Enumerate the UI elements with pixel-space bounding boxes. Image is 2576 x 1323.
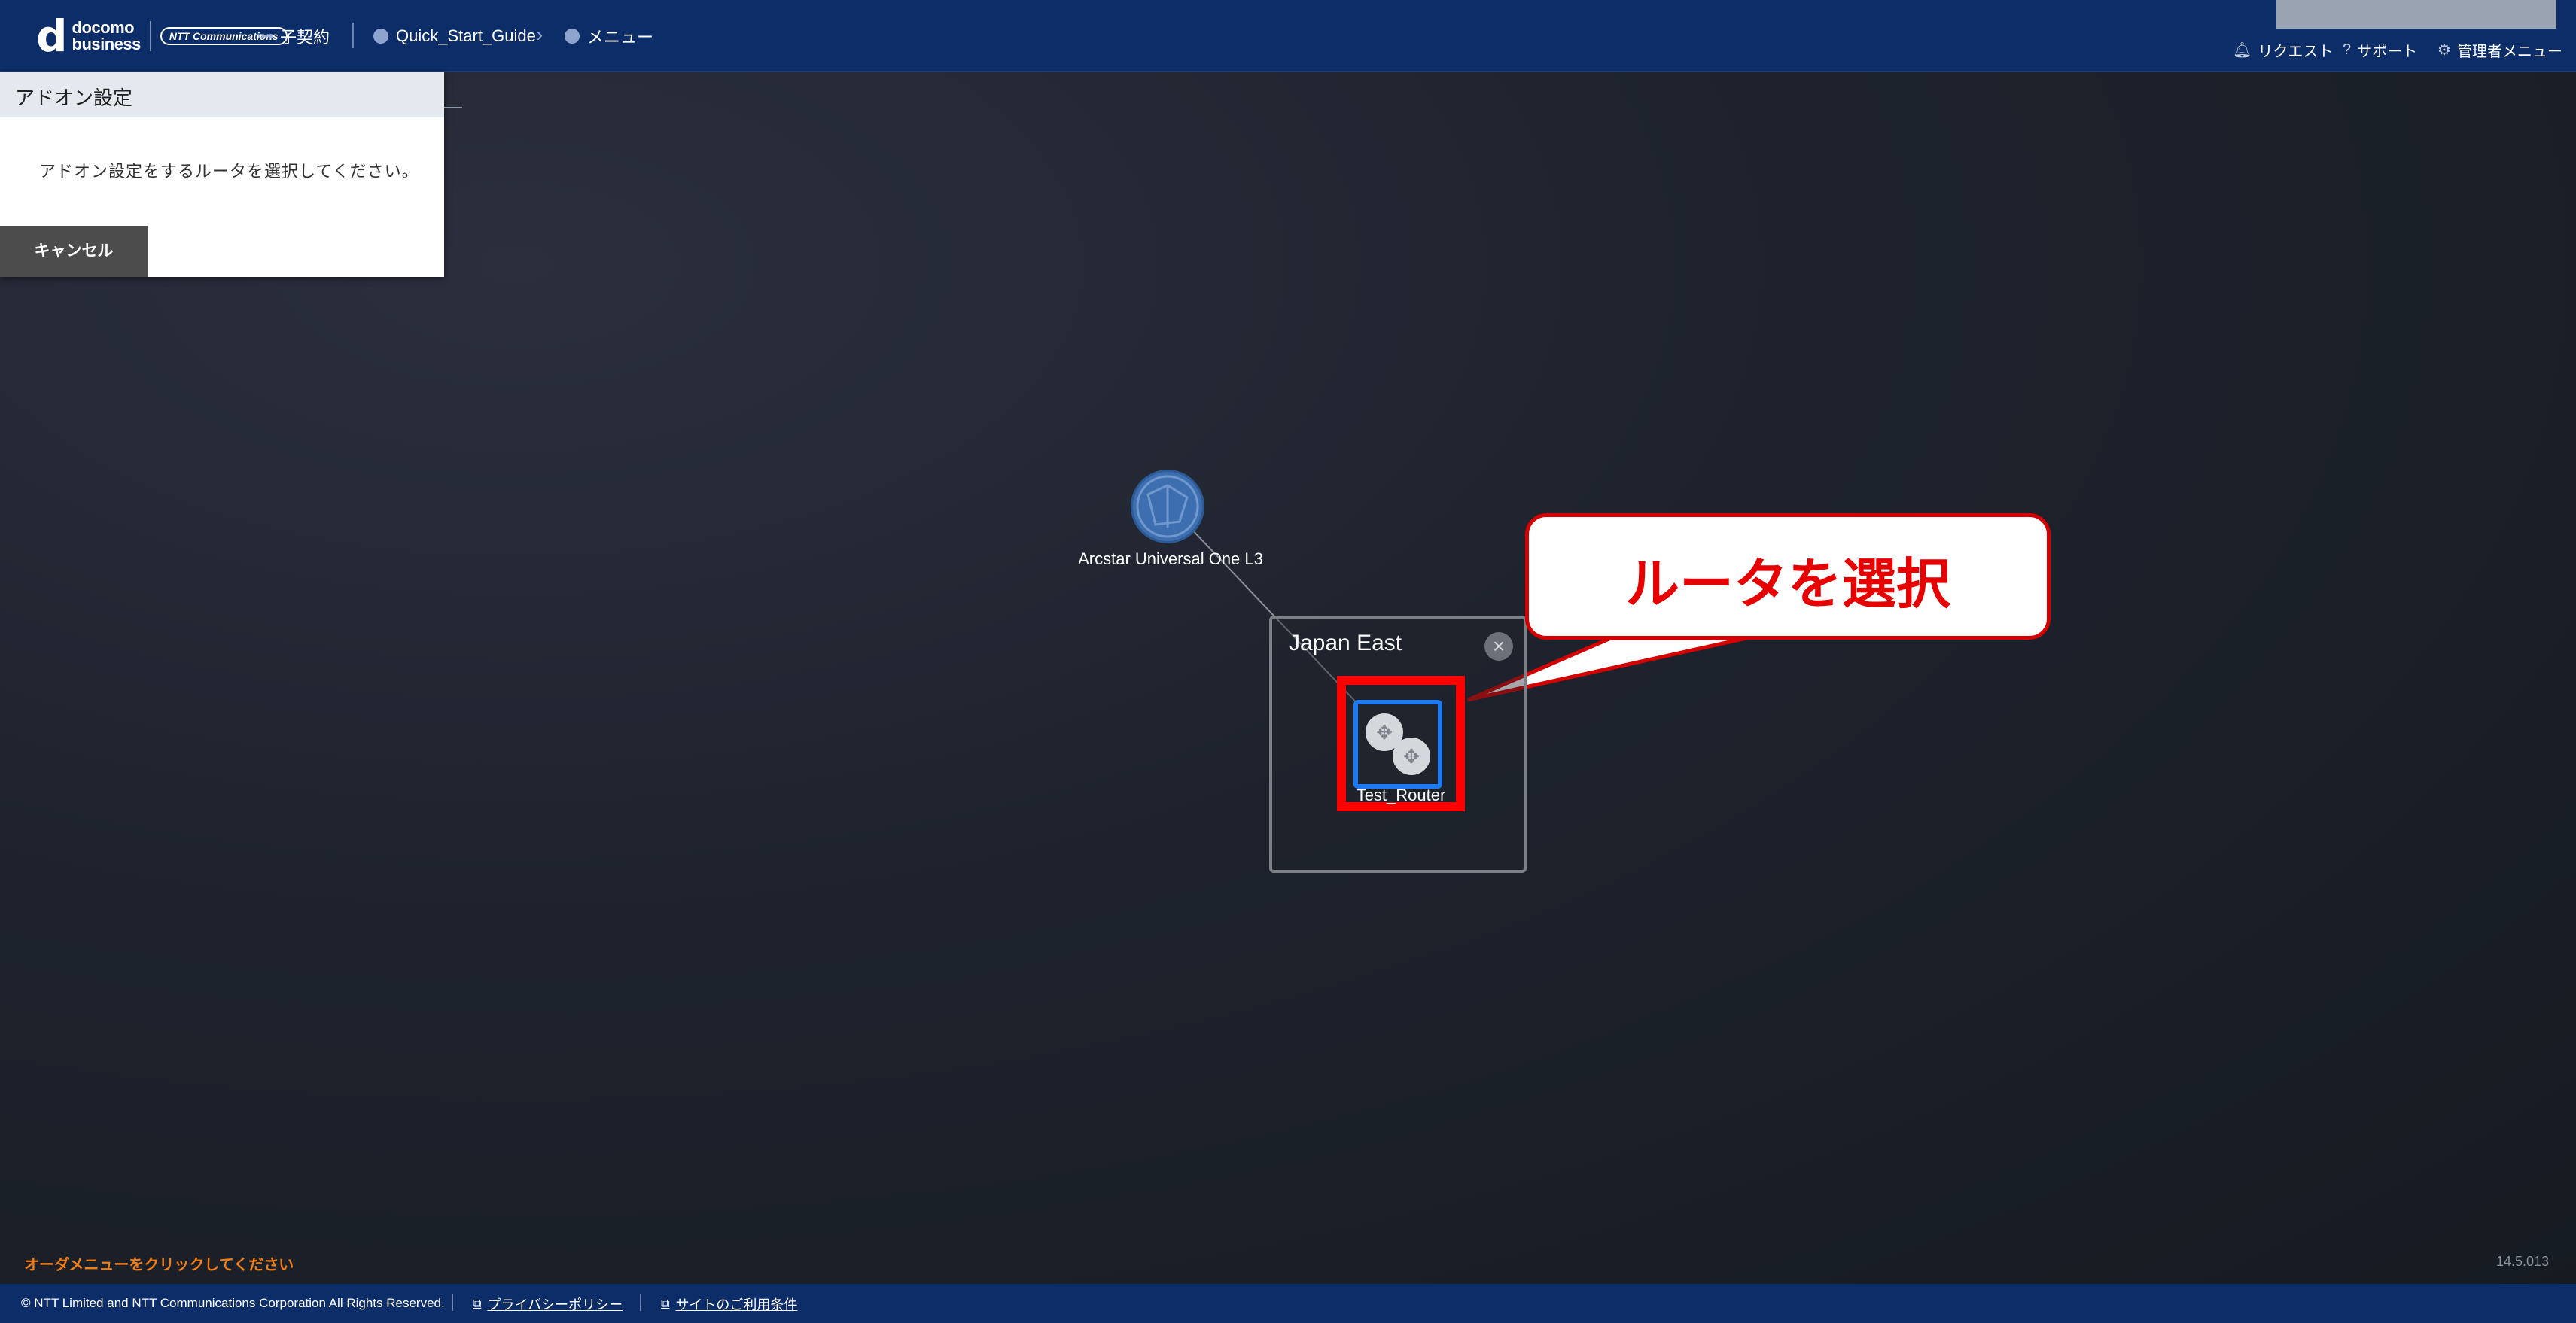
user-info-box[interactable] xyxy=(2276,0,2556,29)
panel-tab-line xyxy=(444,107,462,108)
logo-text-bottom: business xyxy=(72,35,142,53)
logo-divider xyxy=(149,21,151,51)
breadcrumb-menu[interactable]: メニュー xyxy=(565,23,653,50)
contract-label: 子契約 xyxy=(280,28,330,47)
top-header: d docomo business NTT Communications ⊶ 子… xyxy=(0,0,2576,72)
bell-icon: 🔔︎ xyxy=(2233,42,2252,59)
external-link-icon: ⧉ xyxy=(473,1297,482,1310)
docomo-business-logo[interactable]: d docomo business NTT Communications xyxy=(36,11,288,62)
request-link[interactable]: 🔔︎ リクエスト xyxy=(2233,39,2333,61)
privacy-policy-link[interactable]: ⧉ プライバシーポリシー xyxy=(473,1294,623,1314)
support-link[interactable]: ? サポート xyxy=(2343,39,2417,61)
order-hint: オーダメニューをクリックしてください xyxy=(24,1257,294,1273)
version-label: 14.5.013 xyxy=(2496,1254,2550,1269)
test-router-node[interactable]: ✥ ✥ xyxy=(1353,700,1442,789)
network-label: Arcstar Universal One L3 xyxy=(1078,549,1263,568)
breadcrumb-guide[interactable]: Quick_Start_Guide xyxy=(373,23,536,50)
panel-title: アドオン設定 xyxy=(0,72,444,117)
breadcrumb-guide-label: Quick_Start_Guide xyxy=(396,26,536,45)
footer-divider xyxy=(452,1294,453,1311)
docomo-d-mark: d xyxy=(36,11,68,62)
panel-message: アドオン設定をするルータを選択してください。 xyxy=(39,162,419,181)
logo-text-top: docomo xyxy=(72,18,135,37)
terms-of-use-link[interactable]: ⧉ サイトのご利用条件 xyxy=(661,1294,797,1314)
footer: © NTT Limited and NTT Communications Cor… xyxy=(0,1284,2576,1323)
footer-divider xyxy=(640,1294,641,1311)
addon-settings-panel: アドオン設定 アドオン設定をするルータを選択してください。 キャンセル xyxy=(0,72,444,277)
copyright: © NTT Limited and NTT Communications Cor… xyxy=(21,1296,445,1310)
router-label: Test_Router xyxy=(1356,786,1446,804)
chevron-right-icon: › xyxy=(536,23,544,46)
breadcrumb-menu-label: メニュー xyxy=(587,28,654,47)
cancel-button[interactable]: キャンセル xyxy=(0,226,148,277)
tree-icon: ⊶ xyxy=(257,26,274,45)
contract-tree-button[interactable]: ⊶ 子契約 xyxy=(257,23,330,50)
help-circle-icon: ? xyxy=(2343,41,2352,58)
router-disc-icon: ✥ xyxy=(1393,738,1430,775)
region-close-icon[interactable]: × xyxy=(1484,632,1513,661)
nav-divider xyxy=(352,23,354,48)
menu-circle-icon xyxy=(565,29,580,44)
region-title: Japan East xyxy=(1289,631,1402,655)
external-link-icon: ⧉ xyxy=(661,1297,670,1310)
callout-text: ルータを選択 xyxy=(1624,555,1950,615)
gear-icon: ⚙ xyxy=(2437,42,2451,59)
instruction-callout: ルータを選択 xyxy=(1525,513,2051,640)
network-globe-icon[interactable] xyxy=(1131,470,1204,543)
check-circle-icon xyxy=(373,29,388,44)
admin-menu-link[interactable]: ⚙ 管理者メニュー xyxy=(2437,39,2562,61)
